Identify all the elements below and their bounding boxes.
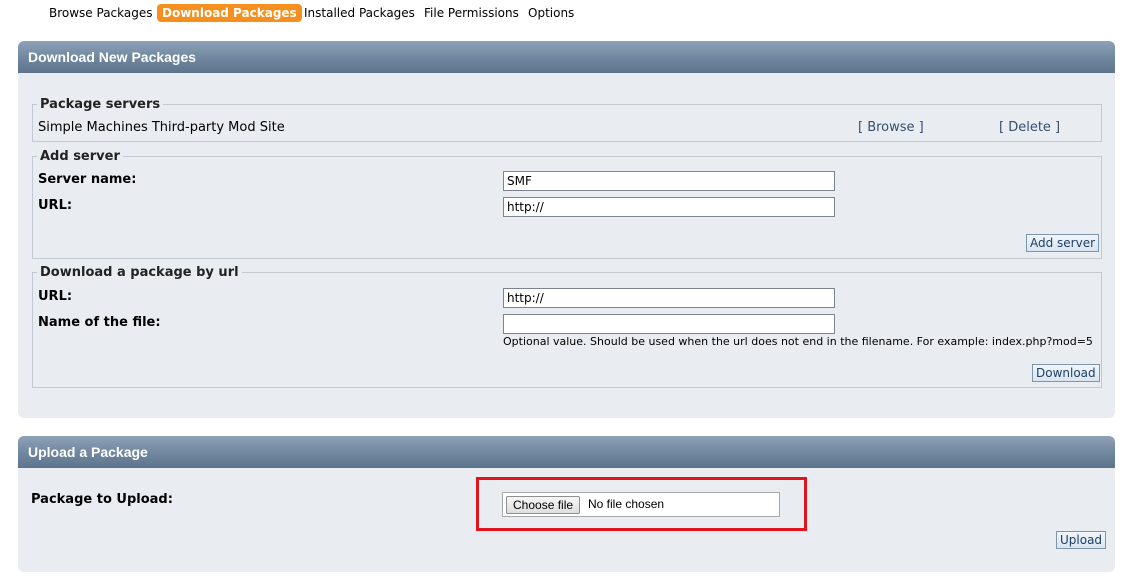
server-url-input[interactable]: http:// [503, 197, 835, 217]
server-name-label: Server name: [38, 172, 137, 187]
add-server-legend: Add server [40, 149, 120, 164]
server-name-input[interactable]: SMF [503, 171, 835, 191]
tab-installed-packages[interactable]: Installed Packages [304, 4, 415, 22]
server-name-text: Simple Machines Third-party Mod Site [38, 120, 285, 135]
download-button[interactable]: Download [1032, 364, 1100, 382]
upload-section-header: Upload a Package [18, 436, 1115, 468]
add-server-button[interactable]: Add server [1026, 234, 1100, 252]
download-section-header: Download New Packages [18, 41, 1115, 73]
browse-server-link[interactable]: [ Browse ] [858, 120, 924, 135]
filename-label: Name of the file: [38, 315, 161, 330]
upload-button[interactable]: Upload [1056, 531, 1107, 549]
filename-input[interactable] [503, 314, 835, 334]
delete-server-link[interactable]: [ Delete ] [999, 120, 1060, 135]
tab-options[interactable]: Options [528, 4, 574, 22]
package-to-upload-label: Package to Upload: [31, 492, 173, 507]
package-servers-legend: Package servers [40, 97, 161, 112]
highlight-box [476, 477, 807, 531]
tab-browse-packages[interactable]: Browse Packages [49, 4, 153, 22]
tab-file-permissions[interactable]: File Permissions [424, 4, 519, 22]
filename-note: Optional value. Should be used when the … [503, 335, 1093, 348]
server-url-label: URL: [38, 198, 73, 213]
download-by-url-legend: Download a package by url [40, 265, 239, 280]
package-url-label: URL: [38, 289, 73, 304]
package-url-input[interactable]: http:// [503, 288, 835, 308]
tab-download-packages[interactable]: Download Packages [157, 4, 302, 22]
